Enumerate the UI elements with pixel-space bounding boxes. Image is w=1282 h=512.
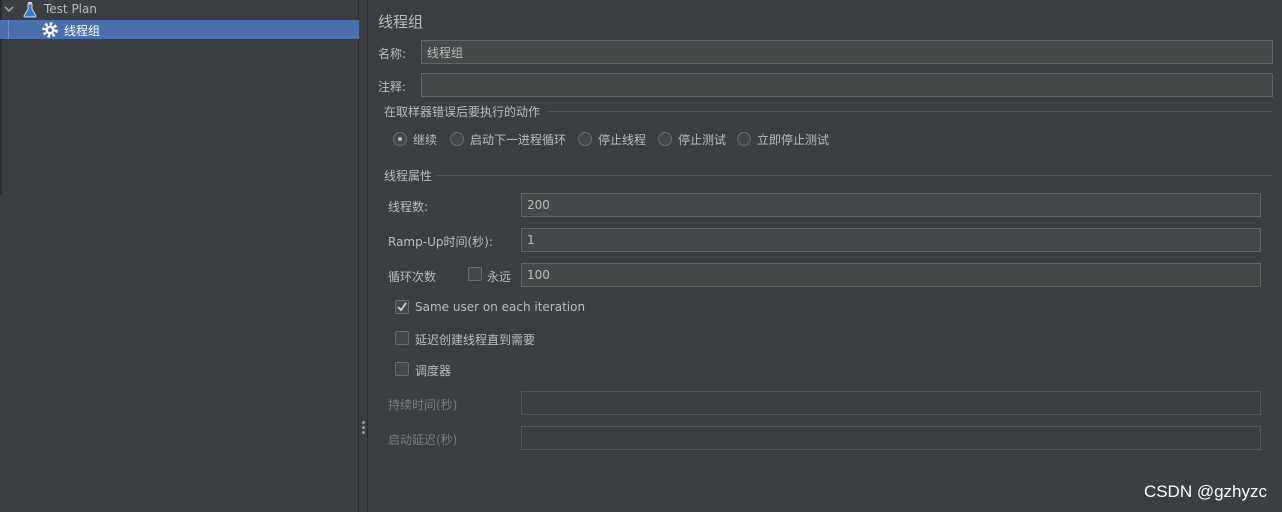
name-input[interactable]: 线程组 bbox=[421, 40, 1273, 64]
startup-delay-label: 启动延迟(秒) bbox=[388, 433, 458, 447]
delay-thread-creation-checkbox[interactable] bbox=[395, 331, 409, 345]
tree-guide-line bbox=[8, 20, 9, 39]
comment-label: 注释: bbox=[378, 80, 407, 94]
startup-delay-input[interactable] bbox=[521, 426, 1261, 450]
loop-count-label: 循环次数 bbox=[388, 270, 437, 284]
panel-title: 线程组 bbox=[378, 13, 424, 31]
tree-item-label: Test Plan bbox=[44, 2, 97, 16]
thread-group-panel: 线程组 名称: 线程组 注释: 在取样器错误后要执行的动作 继续 启动下一进程循… bbox=[368, 0, 1282, 512]
flask-icon bbox=[23, 2, 37, 18]
stop-test-radio[interactable] bbox=[658, 132, 672, 146]
stop-test-radio-label: 停止测试 bbox=[678, 133, 727, 147]
comment-input[interactable] bbox=[421, 73, 1273, 97]
chevron-down-icon[interactable] bbox=[4, 4, 14, 14]
rampup-input[interactable]: 1 bbox=[521, 228, 1261, 252]
continue-radio[interactable] bbox=[393, 132, 407, 146]
stop-thread-radio[interactable] bbox=[578, 132, 592, 146]
section-divider bbox=[436, 175, 1273, 176]
section-divider bbox=[548, 111, 1273, 112]
same-user-checkbox[interactable] bbox=[395, 300, 409, 314]
delay-thread-creation-label: 延迟创建线程直到需要 bbox=[415, 333, 536, 347]
stop-thread-radio-label: 停止线程 bbox=[598, 133, 647, 147]
tree-item-thread-group[interactable]: 线程组 bbox=[0, 20, 359, 39]
tree-item-test-plan[interactable]: Test Plan bbox=[0, 0, 359, 19]
tree-item-label: 线程组 bbox=[64, 24, 101, 38]
check-icon bbox=[397, 302, 407, 312]
tree-panel: Test Plan 线程组 bbox=[0, 0, 359, 512]
loop-count-input[interactable]: 100 bbox=[521, 263, 1261, 287]
scheduler-checkbox[interactable] bbox=[395, 362, 409, 376]
splitter[interactable] bbox=[359, 0, 368, 512]
scheduler-label: 调度器 bbox=[415, 364, 452, 378]
watermark: CSDN @gzhyzc bbox=[1143, 482, 1267, 501]
name-label: 名称: bbox=[378, 47, 407, 61]
start-next-loop-radio-label: 启动下一进程循环 bbox=[470, 133, 567, 147]
forever-label: 永远 bbox=[487, 270, 512, 284]
duration-input[interactable] bbox=[521, 391, 1261, 415]
stop-test-now-radio[interactable] bbox=[737, 132, 751, 146]
gear-icon bbox=[41, 21, 59, 39]
splitter-grip-dot bbox=[362, 421, 365, 424]
forever-checkbox[interactable] bbox=[468, 267, 482, 281]
error-action-section-title: 在取样器错误后要执行的动作 bbox=[384, 105, 541, 119]
splitter-grip-dot bbox=[362, 426, 365, 429]
threads-label: 线程数: bbox=[388, 200, 429, 214]
start-next-loop-radio[interactable] bbox=[450, 132, 464, 146]
continue-radio-label: 继续 bbox=[413, 133, 438, 147]
splitter-grip-dot bbox=[362, 431, 365, 434]
rampup-label: Ramp-Up时间(秒): bbox=[388, 235, 493, 249]
same-user-label: Same user on each iteration bbox=[415, 300, 586, 314]
stop-test-now-radio-label: 立即停止测试 bbox=[757, 133, 830, 147]
thread-props-section-title: 线程属性 bbox=[384, 169, 433, 183]
duration-label: 持续时间(秒) bbox=[388, 398, 458, 412]
threads-input[interactable]: 200 bbox=[521, 193, 1261, 217]
